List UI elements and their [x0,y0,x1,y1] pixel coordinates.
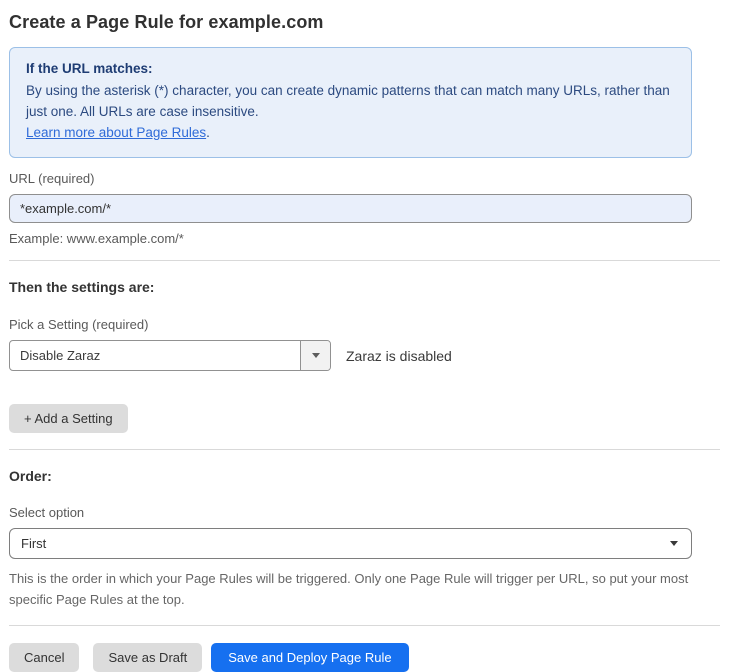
actions-row: Cancel Save as Draft Save and Deploy Pag… [9,643,720,672]
setting-row: Disable Zaraz Zaraz is disabled [9,340,720,371]
page-title: Create a Page Rule for example.com [9,12,720,33]
setting-dropdown-value: Disable Zaraz [10,341,300,370]
info-link-row: Learn more about Page Rules. [26,122,675,144]
link-suffix: . [206,125,210,140]
pick-setting-label: Pick a Setting (required) [9,317,720,332]
url-match-info-box: If the URL matches: By using the asteris… [9,47,692,158]
save-as-draft-button[interactable]: Save as Draft [93,643,202,672]
info-box-body: By using the asterisk (*) character, you… [26,80,675,122]
cancel-button[interactable]: Cancel [9,643,79,672]
chevron-down-icon [670,541,678,546]
order-select[interactable]: First [9,528,692,559]
add-setting-button[interactable]: + Add a Setting [9,404,128,433]
setting-status-text: Zaraz is disabled [346,348,452,364]
url-input[interactable] [9,194,692,223]
order-select-value: First [21,536,46,551]
chevron-down-icon [312,353,320,358]
order-select-label: Select option [9,505,720,520]
learn-more-link[interactable]: Learn more about Page Rules [26,125,206,140]
divider [9,260,720,261]
settings-section-heading: Then the settings are: [9,279,720,295]
url-example-text: Example: www.example.com/* [9,231,720,246]
url-field-label: URL (required) [9,171,720,186]
setting-dropdown-arrow-button[interactable] [300,341,330,370]
save-and-deploy-button[interactable]: Save and Deploy Page Rule [211,643,408,672]
divider [9,625,720,626]
divider [9,449,720,450]
page-rule-form: Create a Page Rule for example.com If th… [0,0,720,672]
order-help-text: This is the order in which your Page Rul… [9,568,692,610]
info-box-heading: If the URL matches: [26,58,675,80]
order-section-heading: Order: [9,468,720,484]
setting-dropdown[interactable]: Disable Zaraz [9,340,331,371]
